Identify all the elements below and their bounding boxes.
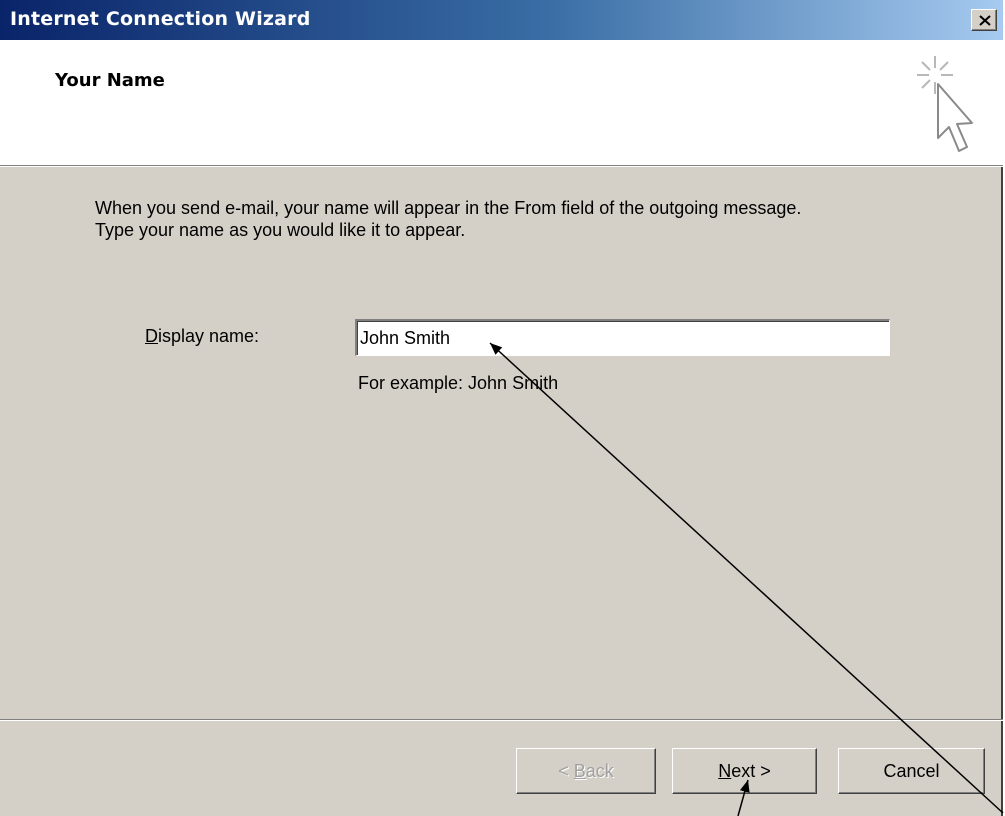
footer-divider-highlight [0,720,1003,721]
display-name-label-rest: isplay name: [158,326,260,346]
next-button-mnemonic: N [718,760,732,781]
cancel-button[interactable]: Cancel [838,748,985,794]
title-bar[interactable]: Internet Connection Wizard [0,0,1003,40]
next-button[interactable]: Next > [672,748,817,794]
back-button-prefix: < [558,760,574,781]
display-name-mnemonic: D [145,326,158,346]
close-button[interactable] [971,9,997,31]
back-button[interactable]: < Back [516,748,656,794]
cancel-button-label: Cancel [883,760,940,781]
display-name-label: Display name: [145,326,259,347]
wizard-cursor-sparkle-icon [917,56,973,152]
display-name-input[interactable] [355,319,890,356]
next-button-label: ext > [731,760,771,781]
wizard-window: Internet Connection Wizard Your Name Whe… [0,0,1003,816]
header-separator [0,166,1003,167]
page-title: Your Name [55,70,165,91]
wizard-header: Your Name [0,40,1003,166]
close-icon [979,15,991,26]
description: When you send e-mail, your name will app… [95,197,975,241]
back-button-label: ack [585,760,614,781]
description-line-2: Type your name as you would like it to a… [95,220,466,240]
window-title: Internet Connection Wizard [10,8,311,30]
display-name-hint: For example: John Smith [358,373,559,393]
description-line-1: When you send e-mail, your name will app… [95,198,802,218]
back-button-mnemonic: B [573,760,586,781]
